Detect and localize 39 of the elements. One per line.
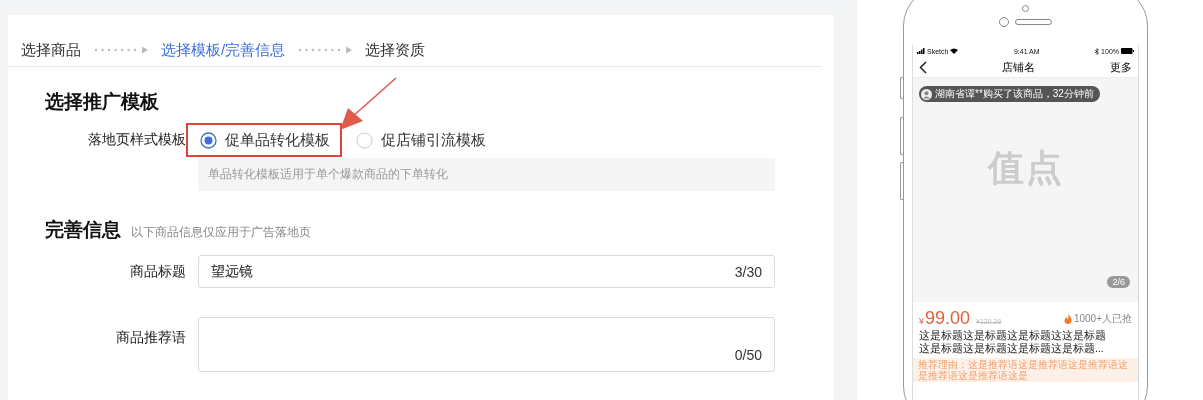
avatar-icon — [921, 88, 932, 100]
input-field[interactable]: 望远镜 3/30 — [198, 255, 775, 288]
speaker-icon — [1015, 19, 1052, 25]
back-icon[interactable] — [919, 60, 927, 74]
step-label[interactable]: 选择模板/完善信息 — [161, 40, 286, 60]
bluetooth-icon — [1095, 47, 1100, 55]
dotted-arrow-icon — [297, 46, 354, 54]
currency-sign: ¥ — [919, 316, 924, 326]
dotted-arrow-icon — [93, 46, 149, 54]
wifi-icon — [950, 48, 959, 54]
char-count: 3/30 — [734, 263, 762, 280]
recommendation-text: 推荐理由：这是推荐语这是推荐语这是推荐语这是推荐语这是推荐语这是 — [913, 358, 1138, 382]
step-label[interactable]: 选择资质 — [365, 40, 426, 60]
field-label: 商品推荐语 — [115, 328, 186, 347]
section-title: 选择推广模板 — [45, 90, 160, 114]
field-value: 望远镜 — [211, 262, 253, 281]
step-label[interactable]: 选择商品 — [21, 40, 81, 60]
radio-icon — [356, 131, 373, 149]
product-title-line: 这是标题这是标题这是标题这这是标题 — [919, 329, 1107, 342]
image-pager: 2/6 — [1107, 276, 1130, 288]
textarea-field[interactable]: 0/50 — [198, 317, 775, 372]
section-subtitle: 以下商品信息仅应用于广告落地页 — [131, 224, 311, 241]
flame-icon — [1063, 314, 1072, 324]
price: 99.00 — [925, 308, 971, 329]
radio-icon — [200, 131, 217, 149]
sales-count: 1000+人已抢 — [1073, 312, 1132, 326]
product-title-line: 这是标题这是标题这是标题这是标题... — [919, 342, 1105, 355]
nav-title: 店铺名 — [1002, 59, 1035, 75]
section-title: 完善信息 — [45, 218, 121, 242]
field-label: 落地页样式模板 — [87, 131, 186, 149]
char-count: 0/50 — [734, 347, 762, 363]
field-label: 商品标题 — [129, 262, 186, 281]
radio-option[interactable]: 促店铺引流模板 — [342, 123, 498, 157]
hint-text: 单品转化模板适用于单个爆款商品的下单转化 — [198, 158, 775, 191]
notice-text: 湖南省谭**购买了该商品，32分钟前 — [935, 87, 1094, 101]
nav-action[interactable]: 更多 — [1110, 59, 1132, 75]
battery-icon — [1121, 48, 1134, 54]
signal-icon — [917, 48, 925, 54]
radio-option[interactable]: 促单品转化模板 — [186, 123, 342, 157]
